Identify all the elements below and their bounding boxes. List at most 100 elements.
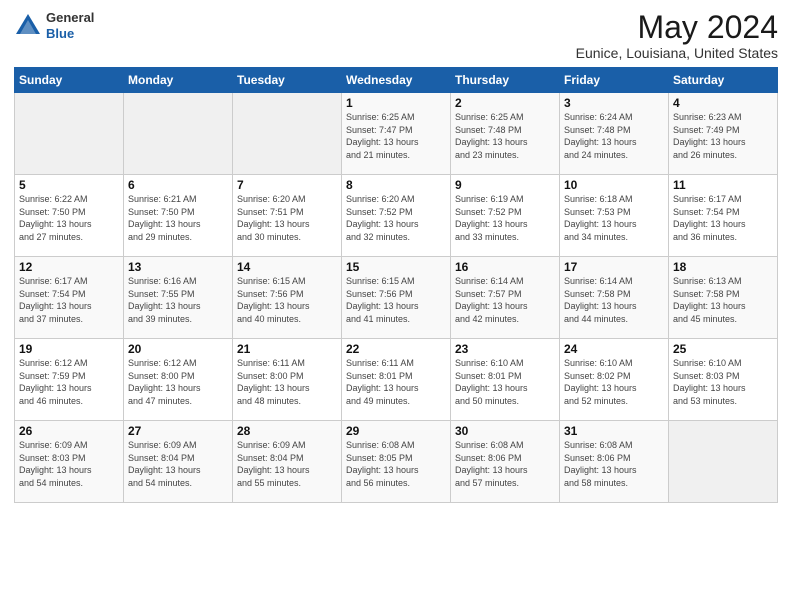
day-info: Sunrise: 6:11 AM Sunset: 8:01 PM Dayligh… [346,357,446,407]
day-info: Sunrise: 6:11 AM Sunset: 8:00 PM Dayligh… [237,357,337,407]
calendar-week-row: 26Sunrise: 6:09 AM Sunset: 8:03 PM Dayli… [15,421,778,503]
day-number: 25 [673,342,773,356]
day-info: Sunrise: 6:08 AM Sunset: 8:06 PM Dayligh… [455,439,555,489]
table-row: 5Sunrise: 6:22 AM Sunset: 7:50 PM Daylig… [15,175,124,257]
day-info: Sunrise: 6:17 AM Sunset: 7:54 PM Dayligh… [673,193,773,243]
day-number: 30 [455,424,555,438]
day-number: 6 [128,178,228,192]
day-info: Sunrise: 6:15 AM Sunset: 7:56 PM Dayligh… [346,275,446,325]
day-number: 26 [19,424,119,438]
day-info: Sunrise: 6:08 AM Sunset: 8:06 PM Dayligh… [564,439,664,489]
table-row: 26Sunrise: 6:09 AM Sunset: 8:03 PM Dayli… [15,421,124,503]
calendar-subtitle: Eunice, Louisiana, United States [576,45,778,61]
calendar-week-row: 12Sunrise: 6:17 AM Sunset: 7:54 PM Dayli… [15,257,778,339]
day-info: Sunrise: 6:25 AM Sunset: 7:48 PM Dayligh… [455,111,555,161]
day-number: 29 [346,424,446,438]
page-container: General Blue May 2024 Eunice, Louisiana,… [0,0,792,612]
day-info: Sunrise: 6:12 AM Sunset: 7:59 PM Dayligh… [19,357,119,407]
calendar-body: 1Sunrise: 6:25 AM Sunset: 7:47 PM Daylig… [15,93,778,503]
day-info: Sunrise: 6:09 AM Sunset: 8:04 PM Dayligh… [237,439,337,489]
table-row: 12Sunrise: 6:17 AM Sunset: 7:54 PM Dayli… [15,257,124,339]
table-row: 28Sunrise: 6:09 AM Sunset: 8:04 PM Dayli… [233,421,342,503]
header-saturday: Saturday [669,68,778,93]
calendar-table: Sunday Monday Tuesday Wednesday Thursday… [14,67,778,503]
title-block: May 2024 Eunice, Louisiana, United State… [576,10,778,61]
header-thursday: Thursday [451,68,560,93]
day-info: Sunrise: 6:17 AM Sunset: 7:54 PM Dayligh… [19,275,119,325]
table-row: 9Sunrise: 6:19 AM Sunset: 7:52 PM Daylig… [451,175,560,257]
day-info: Sunrise: 6:19 AM Sunset: 7:52 PM Dayligh… [455,193,555,243]
table-row: 19Sunrise: 6:12 AM Sunset: 7:59 PM Dayli… [15,339,124,421]
logo-blue-text: Blue [46,26,74,41]
day-number: 13 [128,260,228,274]
day-number: 3 [564,96,664,110]
table-row [669,421,778,503]
logo: General Blue [14,10,94,41]
day-number: 15 [346,260,446,274]
header-wednesday: Wednesday [342,68,451,93]
logo-general-text: General [46,10,94,25]
day-info: Sunrise: 6:20 AM Sunset: 7:51 PM Dayligh… [237,193,337,243]
day-info: Sunrise: 6:10 AM Sunset: 8:02 PM Dayligh… [564,357,664,407]
day-number: 21 [237,342,337,356]
day-info: Sunrise: 6:12 AM Sunset: 8:00 PM Dayligh… [128,357,228,407]
table-row: 13Sunrise: 6:16 AM Sunset: 7:55 PM Dayli… [124,257,233,339]
table-row: 21Sunrise: 6:11 AM Sunset: 8:00 PM Dayli… [233,339,342,421]
calendar-week-row: 1Sunrise: 6:25 AM Sunset: 7:47 PM Daylig… [15,93,778,175]
table-row: 18Sunrise: 6:13 AM Sunset: 7:58 PM Dayli… [669,257,778,339]
day-number: 20 [128,342,228,356]
day-number: 4 [673,96,773,110]
day-number: 14 [237,260,337,274]
table-row: 10Sunrise: 6:18 AM Sunset: 7:53 PM Dayli… [560,175,669,257]
logo-text: General Blue [46,10,94,41]
table-row: 31Sunrise: 6:08 AM Sunset: 8:06 PM Dayli… [560,421,669,503]
day-number: 2 [455,96,555,110]
day-number: 23 [455,342,555,356]
table-row [124,93,233,175]
day-number: 10 [564,178,664,192]
day-number: 27 [128,424,228,438]
header-tuesday: Tuesday [233,68,342,93]
day-info: Sunrise: 6:23 AM Sunset: 7:49 PM Dayligh… [673,111,773,161]
table-row: 3Sunrise: 6:24 AM Sunset: 7:48 PM Daylig… [560,93,669,175]
table-row: 24Sunrise: 6:10 AM Sunset: 8:02 PM Dayli… [560,339,669,421]
table-row: 30Sunrise: 6:08 AM Sunset: 8:06 PM Dayli… [451,421,560,503]
table-row: 11Sunrise: 6:17 AM Sunset: 7:54 PM Dayli… [669,175,778,257]
day-number: 5 [19,178,119,192]
table-row: 23Sunrise: 6:10 AM Sunset: 8:01 PM Dayli… [451,339,560,421]
day-info: Sunrise: 6:13 AM Sunset: 7:58 PM Dayligh… [673,275,773,325]
day-number: 18 [673,260,773,274]
day-number: 24 [564,342,664,356]
day-info: Sunrise: 6:16 AM Sunset: 7:55 PM Dayligh… [128,275,228,325]
header-friday: Friday [560,68,669,93]
day-number: 8 [346,178,446,192]
header-monday: Monday [124,68,233,93]
day-number: 9 [455,178,555,192]
day-info: Sunrise: 6:21 AM Sunset: 7:50 PM Dayligh… [128,193,228,243]
day-number: 17 [564,260,664,274]
day-number: 22 [346,342,446,356]
table-row: 25Sunrise: 6:10 AM Sunset: 8:03 PM Dayli… [669,339,778,421]
table-row: 29Sunrise: 6:08 AM Sunset: 8:05 PM Dayli… [342,421,451,503]
day-number: 7 [237,178,337,192]
table-row: 20Sunrise: 6:12 AM Sunset: 8:00 PM Dayli… [124,339,233,421]
table-row: 8Sunrise: 6:20 AM Sunset: 7:52 PM Daylig… [342,175,451,257]
table-row: 6Sunrise: 6:21 AM Sunset: 7:50 PM Daylig… [124,175,233,257]
day-number: 19 [19,342,119,356]
table-row: 4Sunrise: 6:23 AM Sunset: 7:49 PM Daylig… [669,93,778,175]
day-info: Sunrise: 6:18 AM Sunset: 7:53 PM Dayligh… [564,193,664,243]
day-info: Sunrise: 6:14 AM Sunset: 7:57 PM Dayligh… [455,275,555,325]
header-sunday: Sunday [15,68,124,93]
calendar-week-row: 5Sunrise: 6:22 AM Sunset: 7:50 PM Daylig… [15,175,778,257]
day-info: Sunrise: 6:14 AM Sunset: 7:58 PM Dayligh… [564,275,664,325]
calendar-week-row: 19Sunrise: 6:12 AM Sunset: 7:59 PM Dayli… [15,339,778,421]
day-number: 1 [346,96,446,110]
day-info: Sunrise: 6:25 AM Sunset: 7:47 PM Dayligh… [346,111,446,161]
calendar-title: May 2024 [576,10,778,45]
page-header: General Blue May 2024 Eunice, Louisiana,… [14,10,778,61]
day-info: Sunrise: 6:24 AM Sunset: 7:48 PM Dayligh… [564,111,664,161]
table-row: 22Sunrise: 6:11 AM Sunset: 8:01 PM Dayli… [342,339,451,421]
table-row: 1Sunrise: 6:25 AM Sunset: 7:47 PM Daylig… [342,93,451,175]
day-info: Sunrise: 6:10 AM Sunset: 8:01 PM Dayligh… [455,357,555,407]
table-row [233,93,342,175]
